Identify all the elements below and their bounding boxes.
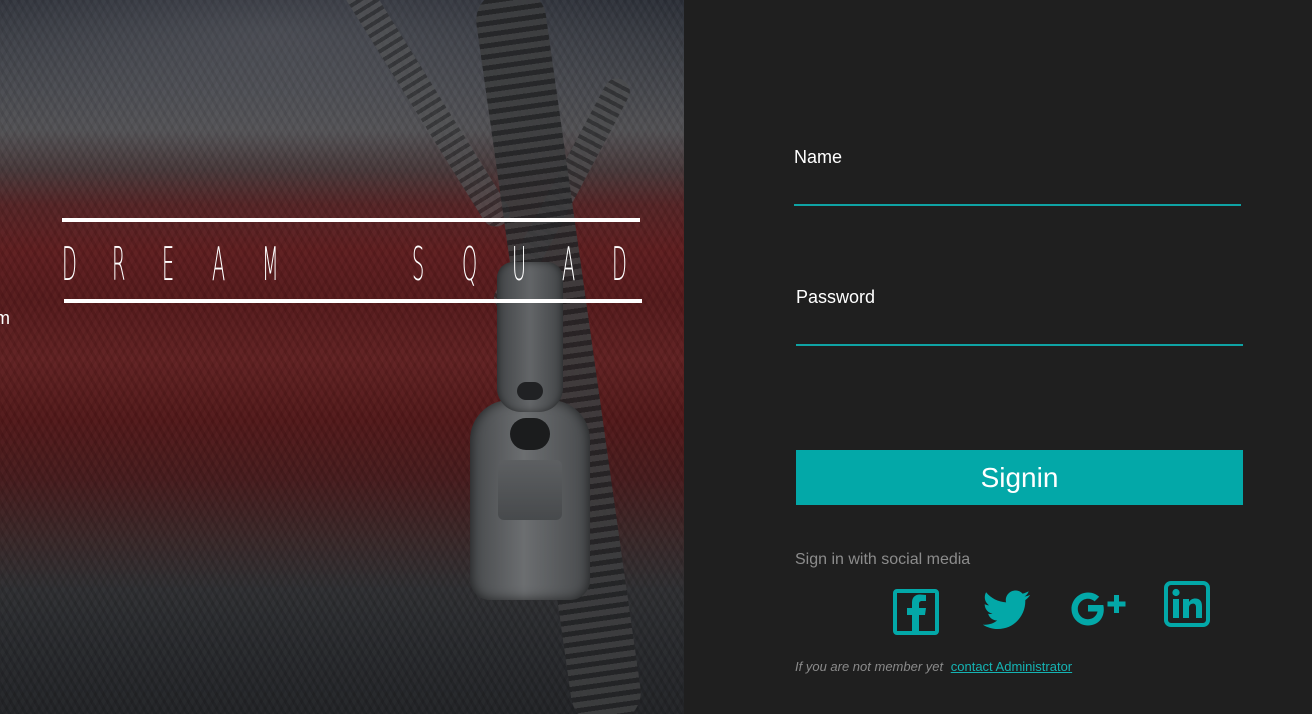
brand-letter: A: [212, 237, 226, 291]
linkedin-icon[interactable]: [1164, 581, 1210, 627]
password-label: Password: [796, 287, 876, 307]
google-plus-icon[interactable]: [1071, 590, 1129, 628]
footer-note-text: If you are not member yet: [795, 659, 944, 674]
brand-letter: M: [262, 237, 279, 291]
brand-letter: D: [62, 237, 77, 291]
hero-overlay: [0, 0, 684, 714]
hero-panel: D R E A M S Q U A D we design your dream: [0, 0, 684, 714]
brand-letter: S: [411, 237, 424, 291]
login-page: D R E A M S Q U A D we design your dream…: [0, 0, 1312, 714]
brand-letter: U: [511, 237, 526, 291]
facebook-icon[interactable]: [893, 589, 939, 635]
brand-letter: R: [112, 237, 126, 291]
signin-button[interactable]: Signin: [796, 450, 1243, 505]
contact-admin-link[interactable]: contact Administrator: [951, 659, 1072, 674]
brand-rule-bottom: [64, 299, 642, 303]
twitter-icon[interactable]: [983, 589, 1031, 631]
brand-letter: D: [611, 237, 627, 291]
brand-letter: A: [561, 237, 576, 291]
brand-tagline: we design your dream: [0, 308, 10, 328]
footer-note: If you are not member yet contact Admini…: [795, 658, 1072, 676]
password-input[interactable]: [796, 312, 1243, 346]
name-input[interactable]: [794, 172, 1241, 206]
brand-letter: E: [162, 237, 175, 291]
login-panel: Name Password Signin Sign in with social…: [684, 0, 1312, 714]
brand-rule-top: [62, 218, 640, 222]
name-label: Name: [794, 147, 843, 167]
brand-logo-title: D R E A M S Q U A D: [62, 234, 662, 294]
social-signin-label: Sign in with social media: [795, 551, 971, 568]
brand-letter: Q: [461, 237, 477, 291]
brand-letter-gap: [312, 234, 354, 294]
